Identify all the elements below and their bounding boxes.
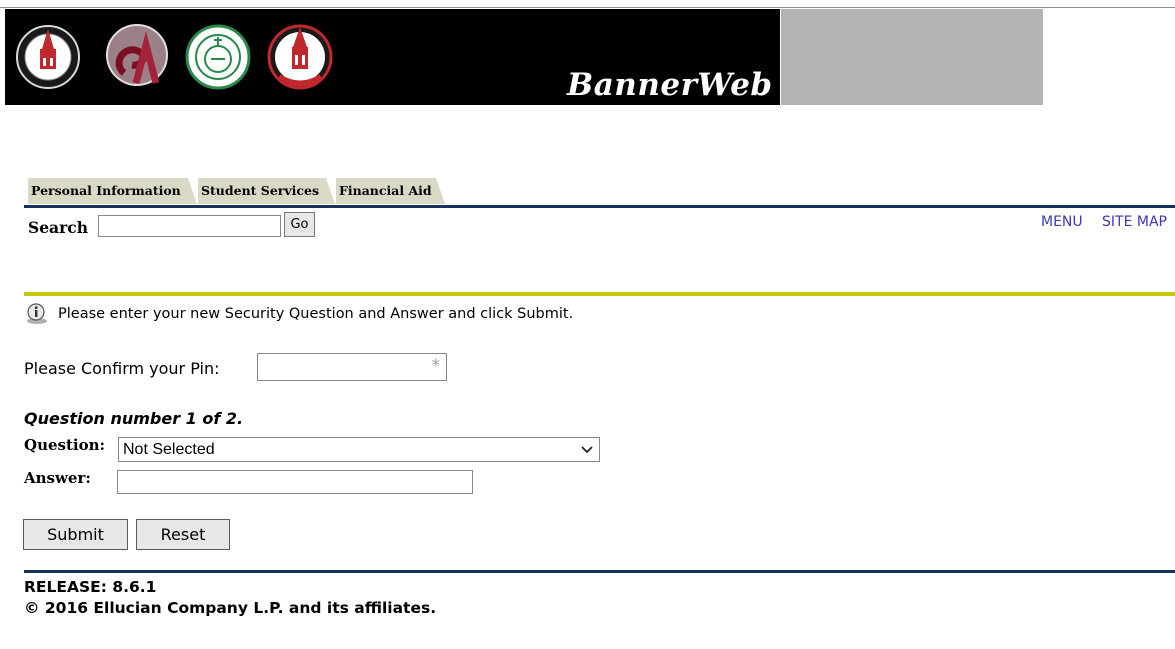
pin-field[interactable]: * [257, 353, 447, 381]
tab-financial-aid[interactable]: Financial Aid [336, 178, 445, 204]
footer-divider [24, 570, 1175, 573]
info-text: Please enter your new Security Question … [58, 306, 574, 322]
brand-title: BannerWeb [567, 67, 773, 103]
uiw-prep-tower-icon [267, 24, 333, 90]
submit-button[interactable]: Submit [23, 519, 128, 550]
nav-divider [24, 205, 1175, 208]
sa-monogram-icon [106, 24, 168, 86]
answer-input[interactable] [117, 470, 473, 494]
tab-student-services[interactable]: Student Services [198, 178, 335, 204]
chevron-down-icon [581, 446, 593, 454]
required-mark: * [431, 356, 441, 376]
banner: BannerWeb [5, 9, 780, 105]
top-border [0, 7, 1175, 8]
release-text: RELEASE: 8.6.1 [24, 578, 157, 596]
question-heading: Question number 1 of 2. [24, 409, 244, 428]
info-icon [27, 303, 47, 324]
go-button[interactable]: Go [284, 212, 315, 237]
question-label: Question: [24, 436, 106, 454]
uiw-seal-icon [16, 25, 80, 89]
info-divider [24, 292, 1175, 296]
reset-button[interactable]: Reset [136, 519, 230, 550]
copyright-text: © 2016 Ellucian Company L.P. and its aff… [24, 599, 437, 617]
info-message: Please enter your new Security Question … [24, 303, 573, 325]
question-selected-value: Not Selected [123, 441, 215, 458]
menu-link[interactable]: MENU [1041, 214, 1083, 230]
pin-label: Please Confirm your Pin: [24, 359, 220, 378]
ihs-seal-icon [185, 24, 251, 90]
answer-label: Answer: [24, 469, 91, 487]
search-label: Search [28, 218, 88, 237]
site-map-link[interactable]: SITE MAP [1102, 214, 1167, 230]
question-select[interactable]: Not Selected [118, 437, 600, 462]
tab-personal-information[interactable]: Personal Information [28, 178, 197, 204]
banner-side-panel [781, 9, 1043, 105]
search-input[interactable] [98, 215, 281, 237]
